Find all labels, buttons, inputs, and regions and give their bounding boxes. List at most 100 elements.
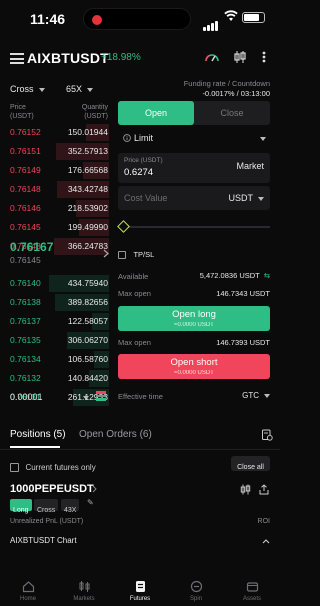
position-symbol[interactable]: 1000PEPEUSDT [10, 483, 94, 495]
close-all-button[interactable]: Close all [231, 456, 270, 471]
chart-bar[interactable]: AIXBTUSDT Chart [0, 532, 280, 550]
open-short-button[interactable]: Open short ≈0.0000 USDT [118, 354, 270, 379]
qty-header-label: Quantity [81, 104, 108, 111]
ask-price: 0.76145 [10, 222, 41, 232]
share-icon[interactable] [259, 484, 269, 495]
bid-quantity: 140.84420 [67, 373, 108, 383]
ask-row[interactable]: 0.76152 150.01944 [0, 123, 115, 142]
price-field-label: Price (USDT) [124, 157, 163, 164]
bid-price: 0.76132 [10, 373, 41, 383]
bid-price: 0.76137 [10, 316, 41, 326]
bid-row[interactable]: 0.76137 122.58057 [0, 312, 115, 331]
nav-label: Futures [129, 596, 151, 602]
bid-row[interactable]: 0.76138 389.82656 [0, 293, 115, 312]
chevron-down-icon [258, 196, 264, 201]
cost-value-field[interactable]: Cost Value USDT [118, 186, 270, 210]
open-short-sub: ≈0.0000 USDT [174, 370, 214, 376]
ask-row[interactable]: 0.76149 176.66568 [0, 161, 115, 180]
checkbox-icon [10, 463, 19, 473]
leverage-select[interactable]: 65X [66, 84, 94, 94]
battery-icon [242, 12, 265, 23]
history-icon[interactable] [261, 429, 273, 441]
ask-quantity: 218.53902 [67, 203, 108, 213]
market-toggle-button[interactable]: Market [236, 161, 264, 171]
nav-label: Spin [189, 596, 202, 602]
tpsl-checkbox[interactable]: TP/SL [118, 246, 154, 264]
cellular-signal-icon [203, 13, 219, 31]
last-price: 0.76167 [10, 240, 54, 254]
open-short-label: Open short [170, 357, 218, 368]
margin-mode-value: Cross [10, 84, 34, 94]
book-layout-icon[interactable] [96, 391, 106, 401]
pair-title[interactable]: AIXBTUSDT [27, 50, 109, 66]
effective-time-select[interactable]: GTC [242, 391, 270, 400]
nav-item-markets[interactable]: Markets [56, 580, 112, 602]
gauge-icon[interactable] [204, 50, 220, 64]
chart-candle-icon[interactable] [240, 484, 251, 495]
cost-unit-select[interactable]: USDT [229, 193, 264, 203]
info-icon [123, 134, 131, 142]
edit-icon[interactable]: ✎ [87, 498, 94, 507]
available-value: 5,472.0836 USDT ⇆ [200, 271, 270, 280]
wifi-icon [224, 10, 238, 21]
ask-quantity: 176.66568 [67, 165, 108, 175]
ask-row[interactable]: 0.76148 343.42748 [0, 180, 115, 199]
orderbook-price-header: Price (USDT) [10, 103, 34, 121]
bid-price: 0.76135 [10, 335, 41, 345]
chevron-right-icon[interactable] [103, 249, 109, 258]
nav-item-home[interactable]: Home [0, 580, 56, 602]
bid-row[interactable]: 0.76140 434.75940 [0, 274, 115, 293]
tab-close[interactable]: Close [194, 101, 270, 125]
slider-thumb-icon[interactable] [117, 220, 130, 233]
position-leverage: 43X [64, 507, 77, 514]
tab-positions[interactable]: Positions (5) [10, 429, 66, 440]
max-open-short-label: Max open [118, 338, 151, 347]
nav-label: Assets [242, 596, 261, 602]
bid-quantity: 389.82656 [67, 297, 108, 307]
orderbook-qty-header: Quantity (USDT) [82, 103, 108, 121]
ask-row[interactable]: 0.76151 352.57913 [0, 142, 115, 161]
nav-item-spin[interactable]: Spin [168, 580, 224, 602]
ask-row[interactable]: 0.76146 218.53902 [0, 199, 115, 218]
current-futures-only-checkbox[interactable]: Current futures only [10, 459, 96, 477]
ask-price: 0.76149 [10, 165, 41, 175]
transfer-icon[interactable]: ⇆ [264, 271, 270, 280]
effective-time-label: Effective time [118, 392, 163, 401]
spin-icon [190, 580, 203, 593]
position-leverage-badge[interactable]: 43X [61, 499, 80, 514]
slider-track [122, 226, 270, 228]
futures-icon [134, 580, 147, 593]
nav-item-futures[interactable]: Futures [112, 580, 168, 602]
tab-open-orders[interactable]: Open Orders (6) [79, 429, 152, 440]
bid-row[interactable]: 0.76135 306.06270 [0, 331, 115, 350]
open-long-sub: ≈0.0000 USDT [174, 322, 214, 328]
margin-mode-select[interactable]: Cross [10, 84, 45, 94]
max-open-long-value: 146.7343 USDT [216, 289, 270, 298]
order-type-select[interactable]: Limit [118, 131, 270, 147]
chevron-down-icon [260, 137, 266, 141]
chevron-down-icon [87, 87, 94, 92]
ask-price: 0.76152 [10, 127, 41, 137]
chart-bar-label: AIXBTUSDT Chart [10, 536, 77, 545]
more-icon[interactable] [258, 50, 270, 64]
position-side: Long [13, 507, 29, 514]
cost-slider[interactable] [117, 220, 270, 233]
bid-row[interactable]: 0.76134 106.58760 [0, 350, 115, 369]
ask-quantity: 150.01944 [67, 127, 108, 137]
tpsl-label: TP/SL [133, 250, 155, 260]
status-time: 11:46 [30, 11, 66, 27]
tab-open[interactable]: Open [118, 101, 194, 125]
candlestick-icon[interactable] [233, 50, 247, 64]
ask-price: 0.76148 [10, 184, 41, 194]
price-field[interactable]: Price (USDT) 0.6274 Market [118, 153, 270, 183]
nav-label: Home [19, 596, 36, 602]
nav-item-assets[interactable]: Assets [224, 580, 280, 602]
open-close-tabs: Open Close [118, 101, 270, 125]
chevron-up-icon[interactable] [262, 539, 270, 544]
bid-row[interactable]: 0.76132 140.84420 [0, 369, 115, 388]
position-mode-badge: Cross [34, 499, 59, 514]
precision-select[interactable]: 0.00001 [10, 392, 89, 402]
ask-row[interactable]: 0.76145 199.49990 [0, 218, 115, 237]
menu-icon[interactable] [10, 53, 24, 64]
open-long-button[interactable]: Open long ≈0.0000 USDT [118, 306, 270, 331]
